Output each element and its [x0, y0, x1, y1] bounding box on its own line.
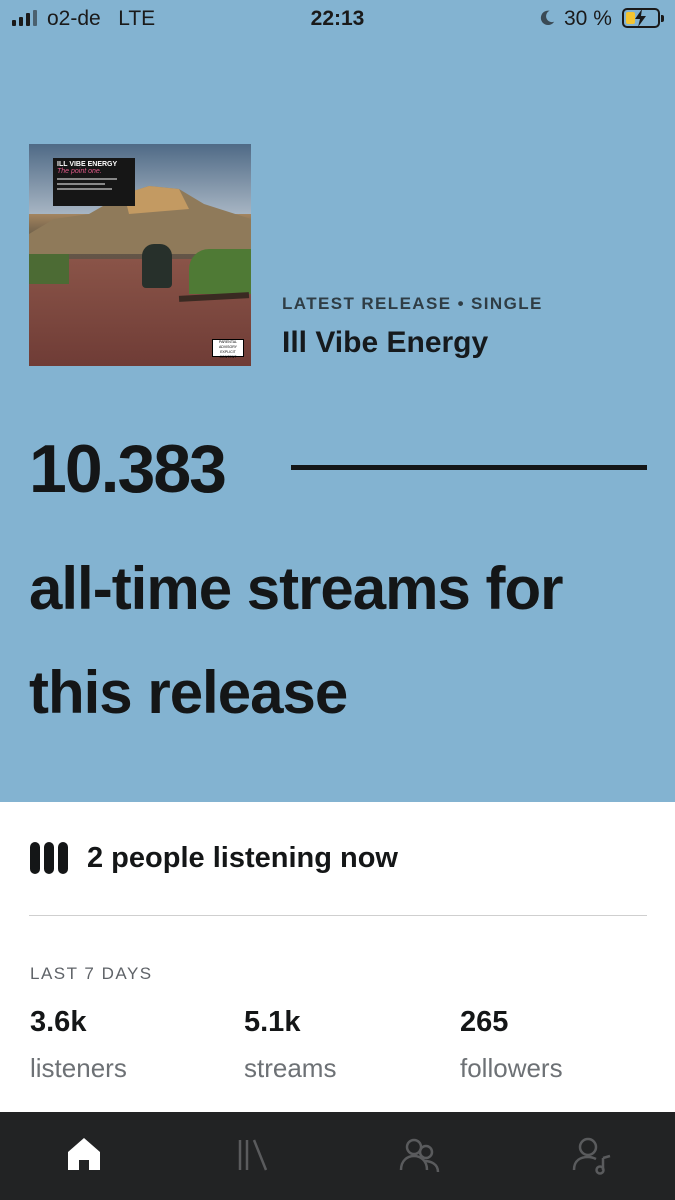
- tab-bar: [0, 1112, 675, 1200]
- cover-title: ILL VIBE ENERGY: [57, 161, 118, 168]
- stat-label: listeners: [30, 1053, 127, 1083]
- divider: [29, 915, 647, 916]
- parental-advisory-logo: PARENTAL ADVISORY EXPLICIT CONTENT: [212, 339, 244, 359]
- live-listeners-text: 2 people listening now: [87, 842, 398, 874]
- battery-percent: 30 %: [564, 7, 612, 30]
- streams-rule: [291, 465, 647, 470]
- stat-label: streams: [244, 1053, 337, 1083]
- stat-value: 265: [460, 1006, 509, 1038]
- hero-section: o2-de LTE 22:13 30 % ILL VIBE ENERGY The…: [0, 0, 675, 802]
- home-icon[interactable]: [62, 1132, 106, 1176]
- charging-bolt-icon: [635, 9, 646, 27]
- battery-icon: [622, 8, 664, 28]
- stat-followers[interactable]: 265 followers: [460, 1006, 563, 1084]
- library-icon[interactable]: [232, 1132, 276, 1176]
- cover-title-label: ILL VIBE ENERGY The point one.: [53, 158, 135, 206]
- live-listeners-icon: [30, 842, 70, 874]
- profile-music-icon[interactable]: [570, 1132, 614, 1176]
- moon-icon: [540, 10, 555, 26]
- cover-subtitle: The point one.: [57, 168, 102, 175]
- streams-count: 10.383: [29, 431, 227, 507]
- stat-listeners[interactable]: 3.6k listeners: [30, 1006, 127, 1084]
- stat-label: followers: [460, 1053, 563, 1083]
- cover-text-line: [57, 188, 112, 190]
- album-cover[interactable]: ILL VIBE ENERGY The point one. PARENTAL …: [29, 144, 251, 366]
- cover-person: [142, 244, 172, 288]
- stats-period: LAST 7 DAYS: [30, 964, 153, 983]
- stat-streams[interactable]: 5.1k streams: [244, 1006, 336, 1084]
- cover-grass-right: [189, 249, 251, 294]
- stat-value: 5.1k: [244, 1006, 301, 1038]
- cover-text-line: [57, 178, 117, 180]
- cover-text-line: [57, 183, 105, 185]
- stat-value: 3.6k: [30, 1006, 87, 1038]
- audience-icon[interactable]: [398, 1132, 442, 1176]
- release-title[interactable]: Ill Vibe Energy: [282, 326, 488, 360]
- status-bar: o2-de LTE 22:13 30 %: [0, 0, 675, 38]
- streams-label: all-time streams for this release: [29, 555, 564, 726]
- release-meta: LATEST RELEASE • SINGLE: [282, 294, 543, 313]
- cover-grass-left: [29, 254, 69, 284]
